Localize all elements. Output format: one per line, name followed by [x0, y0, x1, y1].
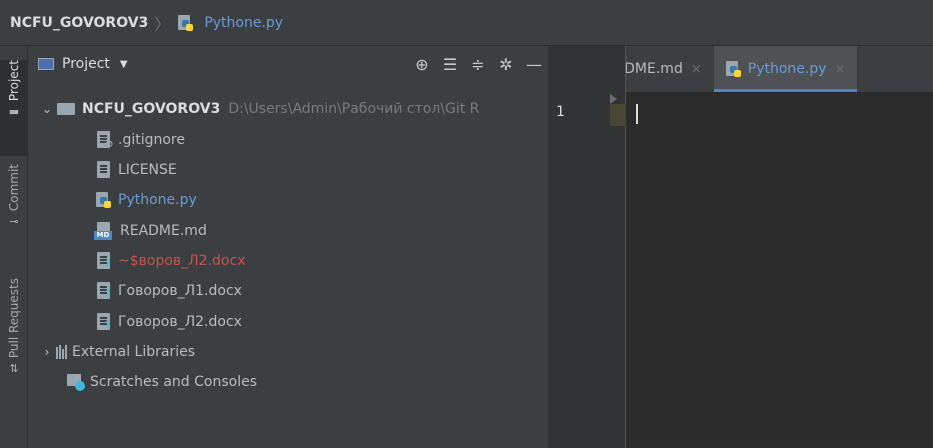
project-panel: Project ▼ ⊕ ☰ ≑ ✲ — ⌄ NCFU_GOVOROV3 D:\U… — [28, 46, 548, 448]
tree-external-libraries-label: External Libraries — [72, 344, 195, 360]
python-file-icon — [176, 14, 194, 32]
locate-icon[interactable]: ⊕ — [408, 55, 436, 74]
tree-file-name: Pythone.py — [118, 192, 197, 208]
tree-file-license[interactable]: LICENSE — [94, 155, 177, 185]
project-view-icon — [38, 58, 54, 70]
commit-tool-tab[interactable]: Commit ⊸ — [0, 164, 28, 244]
chevron-down-icon[interactable]: ⌄ — [38, 102, 56, 116]
line-number: 1 — [556, 104, 565, 120]
tree-file-pythone[interactable]: Pythone.py — [94, 185, 197, 215]
tab-label: Pythone.py — [747, 61, 827, 77]
chevron-down-icon: ▼ — [119, 58, 128, 70]
commit-icon: ⊸ — [9, 215, 19, 229]
tool-window-strip: Project ▬ Commit ⊸ Pull Requests ⇅ — [0, 46, 28, 448]
unknown-file-icon: ? — [94, 312, 114, 332]
breadcrumb-project[interactable]: NCFU_GOVOROV3 — [10, 15, 148, 31]
pull-requests-tool-tab-label: Pull Requests — [7, 278, 21, 359]
tree-file-name: Говоров_Л2.docx — [118, 314, 242, 330]
unknown-file-icon: ? — [94, 251, 114, 271]
tree-scratches[interactable]: Scratches and Consoles — [66, 367, 257, 397]
tree-root-name: NCFU_GOVOROV3 — [82, 101, 221, 117]
python-file-icon — [94, 191, 112, 209]
project-view-selector[interactable]: Project ▼ — [38, 56, 128, 72]
commit-tool-tab-label: Commit — [7, 164, 21, 212]
tree-file-name: ~$воров_Л2.docx — [118, 253, 246, 269]
folder-icon — [56, 102, 76, 116]
tree-file-name: README.md — [120, 223, 207, 239]
python-file-icon — [724, 60, 742, 78]
minimize-icon[interactable]: — — [520, 55, 548, 74]
tree-file-temp-docx[interactable]: ? ~$воров_Л2.docx — [94, 246, 245, 276]
pull-requests-tool-tab[interactable]: Pull Requests ⇅ — [0, 278, 28, 398]
tree-file-name: LICENSE — [118, 162, 177, 178]
tree-root-item[interactable]: ⌄ NCFU_GOVOROV3 D:\Users\Admin\Рабочий с… — [38, 94, 479, 124]
current-line-highlight — [610, 104, 626, 126]
tree-file-name: .gitignore — [118, 132, 185, 148]
tree-file-docx-l2[interactable]: ? Говоров_Л2.docx — [94, 307, 242, 337]
unknown-file-icon: ? — [94, 281, 114, 301]
project-panel-toolbar: ⊕ ☰ ≑ ✲ — — [408, 46, 548, 82]
ignored-file-icon: ⊘ — [94, 130, 114, 150]
project-panel-title: Project — [62, 56, 110, 72]
close-icon[interactable]: × — [691, 62, 702, 77]
libraries-icon — [56, 345, 68, 359]
tree-file-readme[interactable]: MD README.md — [94, 216, 207, 246]
markdown-file-icon: MD — [94, 222, 114, 240]
collapse-all-icon[interactable]: ≑ — [464, 55, 492, 74]
tree-file-name: Говоров_Л1.docx — [118, 283, 242, 299]
tree-external-libraries[interactable]: › External Libraries — [38, 337, 195, 367]
breadcrumb-separator: 〉 — [154, 14, 171, 34]
project-panel-header: Project ▼ ⊕ ☰ ≑ ✲ — — [28, 46, 548, 82]
tree-root-path: D:\Users\Admin\Рабочий стол\Git R — [228, 101, 480, 117]
tree-scratches-label: Scratches and Consoles — [90, 374, 257, 390]
navigation-bar: NCFU_GOVOROV3 〉 Pythone.py — [0, 0, 933, 46]
folder-icon: ▬ — [8, 105, 20, 119]
project-tool-tab[interactable]: Project ▬ — [0, 60, 28, 156]
tree-file-docx-l1[interactable]: ? Говоров_Л1.docx — [94, 276, 242, 306]
close-icon[interactable]: × — [835, 62, 846, 77]
breadcrumb-file[interactable]: Pythone.py — [204, 15, 283, 31]
fold-marker-icon — [610, 94, 617, 104]
project-tool-tab-label: Project — [7, 60, 21, 102]
gear-icon[interactable]: ✲ — [492, 55, 520, 74]
text-caret — [636, 104, 638, 124]
scratches-icon — [66, 372, 86, 392]
expand-all-icon[interactable]: ☰ — [436, 55, 464, 74]
text-file-icon — [94, 160, 114, 180]
code-editor[interactable] — [626, 92, 933, 448]
tree-file-gitignore[interactable]: ⊘ .gitignore — [94, 125, 185, 155]
line-number-gutter[interactable]: 1 — [548, 46, 626, 448]
chevron-right-icon[interactable]: › — [38, 345, 56, 359]
tab-pythone[interactable]: Pythone.py × — [713, 46, 858, 92]
pull-request-icon: ⇅ — [9, 362, 19, 376]
